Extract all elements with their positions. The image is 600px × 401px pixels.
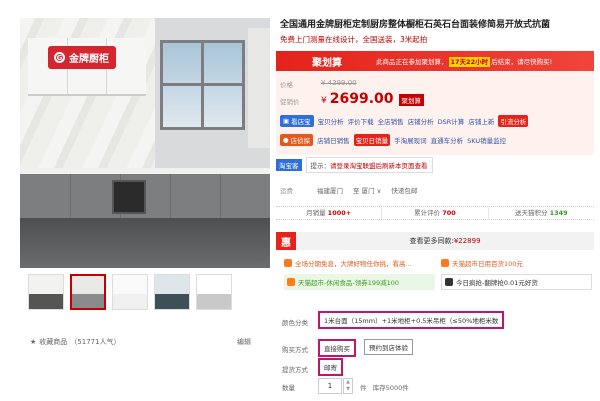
quantity-stepper[interactable]: ▲ ▼ [343,378,353,394]
promo-tag: 聚划算 [398,94,424,106]
star-icon: ★ [30,338,37,346]
kitchen-window [160,40,245,130]
shipping-free: 快递包邮 [391,187,418,195]
tool-link[interactable]: 店铺日销售 [317,135,350,145]
similar-items-bar[interactable]: 惠 查看更多同款:¥22899 [276,232,594,250]
taobaoke-row: 淘宝客 提示：请登录淘宝联盟后刷新本页面查看 [276,157,433,173]
kandianbao-badge[interactable]: ▣ 看店宝 [280,115,314,127]
taobaoke-hint: 提示：请登录淘宝联盟后刷新本页面查看 [305,157,433,173]
collect-label: 收藏商品 [39,338,68,346]
similar-items-text: 查看更多同款:¥22899 [409,237,481,245]
gift-icon [445,278,453,286]
product-title: 全国通用金牌厨柜定制厨房整体橱柜石英石台面装修简易开放式抗菌 [280,20,551,30]
thumbnail-1[interactable] [28,274,64,310]
promo-price: ¥ 2699.00 聚划算 [321,91,424,107]
thumbnail-3[interactable] [112,274,148,310]
tool-link[interactable]: 宝贝分析 [318,116,344,126]
promotion-item[interactable]: 天猫超市日用百货100元 [441,258,592,268]
quantity-label: 数量 [282,384,295,392]
dianzhentan-toolbar: ● 店侦探 店铺日销售 宝贝日销量 手淘展现词 直通车分析 SKU销量监控 [280,134,506,146]
quantity-unit: 件 库存5000件 [360,384,409,392]
taobaoke-login-link[interactable]: 请登录淘宝联盟后刷新本页面查看 [330,162,428,170]
tool-link-highlight[interactable]: 宝贝日销量 [353,134,391,146]
fire-icon [441,259,449,267]
color-option-label: 颜色分类 [282,319,308,327]
tile-floor [20,218,270,268]
tool-link[interactable]: 全店销售 [378,116,404,126]
tool-link[interactable]: 店铺分析 [408,116,434,126]
delivery-option-mail[interactable]: 邮寄 [318,358,343,376]
monthly-sales: 月销量 1000+ [276,207,383,219]
purchase-method-label: 购买方式 [282,346,308,354]
shipping-to[interactable]: 至 厦门 ∨ [353,185,381,195]
thumbnail-5[interactable] [196,274,232,310]
juhuasuan-banner: 聚划算 此商品正在参加聚划算， 17天22小时 后结束，请尽快购买! [276,51,594,71]
price-box: 价格 ¥ 4299.00 促销价 ¥ 2699.00 聚划算 ▣ 看店宝 宝贝分… [276,71,594,155]
built-in-oven [112,180,146,214]
thumbnail-strip [28,274,232,310]
collect-count: （51771人气） [70,338,121,346]
original-price-label: 价格 [280,81,293,89]
juhuasuan-text: 此商品正在参加聚划算， 17天22小时 后结束，请尽快购买! [376,57,553,67]
countdown: 17天22小时 [448,57,491,67]
purchase-option-store[interactable]: 预约到店体验 [364,339,413,355]
brand-logo: G 金牌厨柜 [48,46,116,69]
promo-price-label: 促销价 [280,98,300,106]
fire-icon [284,259,292,267]
chevron-down-icon: ∨ [376,187,382,195]
tool-link[interactable]: 店铺上新 [468,116,494,126]
stock-count: 库存5000件 [372,384,409,392]
tool-link[interactable]: 直通车分析 [431,135,464,145]
promo-price-value: 2699.00 [329,91,394,107]
tool-link[interactable]: DSR计算 [438,116,465,126]
color-option-selected[interactable]: 1米台面（15mm）+1米地柜+0.5米吊柜（≤50%地柜米数 [318,311,505,329]
original-price: ¥ 4299.00 [321,79,357,87]
thumbnail-4[interactable] [154,274,190,310]
main-product-image[interactable]: G 金牌厨柜 [20,18,270,268]
brand-logo-text: 金牌厨柜 [69,54,109,65]
tall-cabinet [248,28,270,148]
tool-link[interactable]: 手淘展现词 [394,135,427,145]
kandianbao-toolbar: ▣ 看店宝 宝贝分析 评价下载 全店销售 店铺分析 DSR计算 店铺上新 引流分… [280,115,529,127]
similar-items-price: ¥22899 [453,237,481,245]
tool-link[interactable]: 评价下载 [348,116,374,126]
sales-stats: 月销量 1000+ 累计评价 700 送天猫积分 1349 [276,206,594,220]
shipping-label: 运费 [280,187,293,195]
shipping-row: 运费 福建厦门 至 厦门 ∨ 快递包邮 [280,185,417,195]
dianzhentan-badge[interactable]: ● 店侦探 [280,134,314,146]
tmall-points: 送天猫积分 1349 [514,209,568,217]
coupon-icon [287,278,295,286]
brand-logo-icon: G [54,52,65,63]
shipping-from: 福建厦门 [317,187,343,195]
edit-link[interactable]: 编辑 [237,337,251,347]
collect-product-link[interactable]: ★ 收藏商品 （51771人气） [30,337,121,347]
promotion-item[interactable]: 天猫超市-休闲食品-领券199减100 [284,274,435,290]
promotion-item[interactable]: 今日疯抢-翻牌抢0.01元好货 [441,274,592,290]
product-subtitle: 免费上门测量在线设计，全国送装，3米起拍 [280,35,428,44]
tool-link-highlight[interactable]: 引流分析 [498,115,529,127]
tool-link[interactable]: SKU销量监控 [467,135,506,145]
hui-icon: 惠 [276,232,296,250]
currency-symbol: ¥ [321,96,327,106]
thumbnail-2[interactable] [70,274,106,310]
purchase-option-direct[interactable]: 直接购买 [318,339,356,357]
zoom-icon[interactable] [248,251,262,265]
total-reviews[interactable]: 累计评价 700 [382,207,489,219]
promotion-list: 全场分期免息，大牌好物任你挑，看高... 天猫超市日用百货100元 天猫超市-休… [284,258,592,290]
delivery-label: 提货方式 [282,366,308,374]
taobaoke-badge[interactable]: 淘宝客 [276,159,302,171]
quantity-input[interactable]: 1 [318,378,342,394]
juhuasuan-logo: 聚划算 [312,57,342,69]
promotion-item[interactable]: 全场分期免息，大牌好物任你挑，看高... [284,258,435,268]
